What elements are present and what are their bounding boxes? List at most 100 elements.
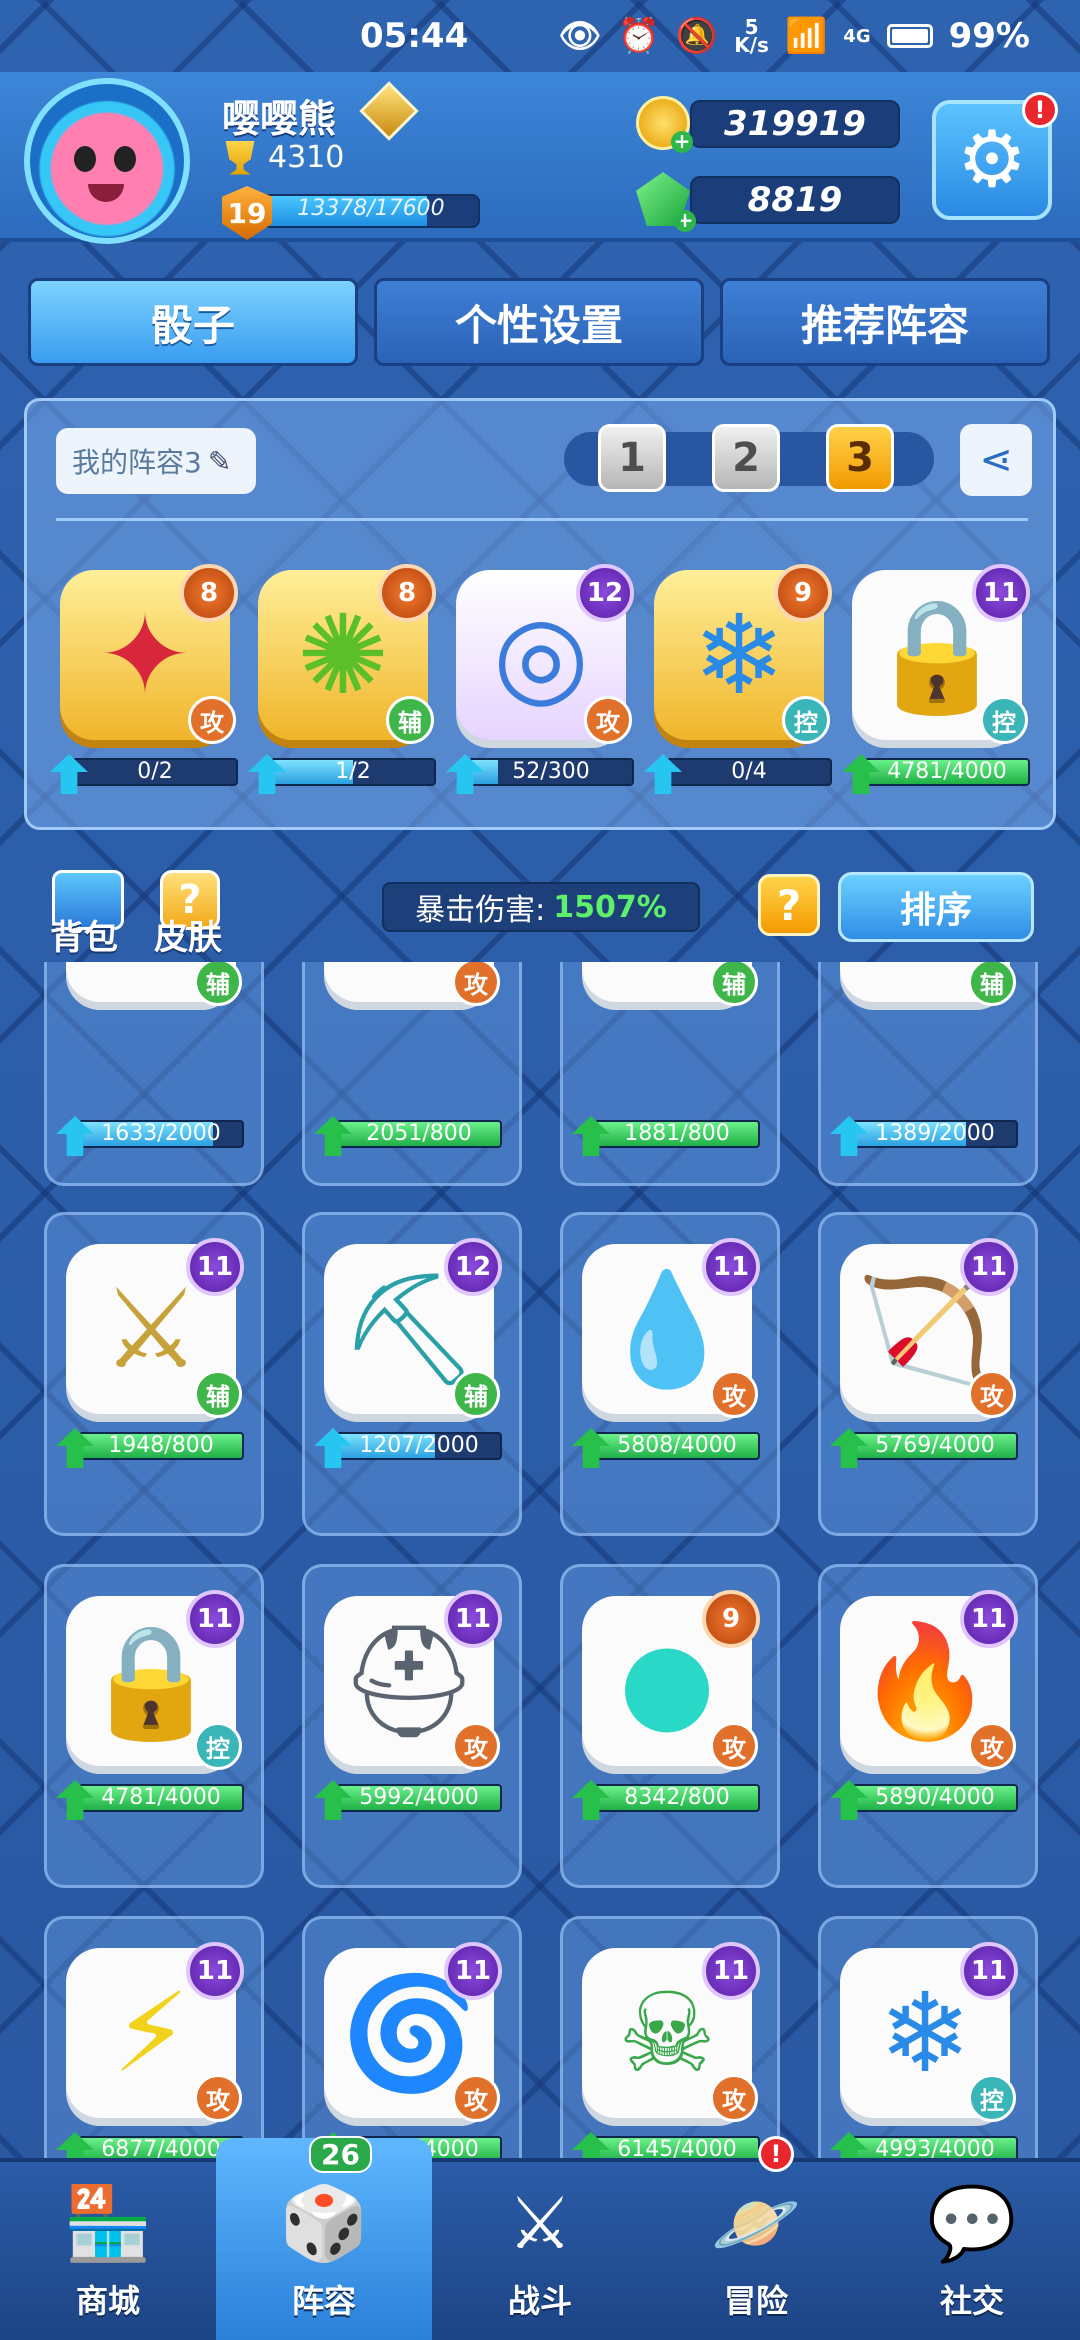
dice-card[interactable]: ▬辅 1633/2000 (56, 962, 252, 1156)
nav-dice[interactable]: 🎲 阵容 26 (216, 2136, 432, 2340)
dice-progress-text: 1881/800 (624, 1121, 730, 1146)
lineup-slot-2[interactable]: 2 (712, 424, 780, 492)
skin-label[interactable]: 皮肤 (154, 910, 222, 959)
dice-progress-text: 52/300 (512, 759, 590, 784)
dice-card[interactable]: ❄ 9 控 0/4 (644, 560, 840, 794)
lineup-name-button[interactable]: 我的阵容3 ✎ (56, 428, 256, 494)
dice-upgrade-progress: 6145/4000 (572, 2132, 764, 2158)
gem-counter[interactable]: 8819 (690, 176, 900, 224)
dice-upgrade-progress: 4993/4000 (830, 2132, 1022, 2158)
adventure-alert-badge: ! (758, 2136, 794, 2172)
shuriken-icon: ✦ (98, 591, 192, 719)
dice-card[interactable]: ❄ 11 控 4993/4000 (830, 1938, 1026, 2158)
nav-chat[interactable]: 💬 社交 (864, 2162, 1080, 2340)
dice-tile[interactable]: ∞攻 (324, 962, 500, 1006)
dice-card[interactable]: ☠ 11 攻 6145/4000 (572, 1938, 768, 2158)
tab-customize[interactable]: 个性设置 (374, 278, 704, 366)
clock: 05:44 (360, 16, 469, 56)
dice-role-badge: 攻 (188, 696, 236, 744)
crit-damage-value: 1507% (553, 889, 667, 925)
dice-card[interactable]: ● 9 攻 8342/800 (572, 1586, 768, 1820)
dice-tile[interactable]: ✺ 8 辅 (258, 564, 436, 744)
lineup-slot-3[interactable]: 3 (826, 424, 894, 492)
dice-tile[interactable]: 🔒 11 控 (852, 564, 1030, 744)
dice-tile[interactable]: 🔥 11 攻 (840, 1590, 1018, 1770)
piggy-icon: ▬ (99, 962, 203, 981)
dice-card[interactable]: ⚡ 11 攻 6877/4000 (56, 1938, 252, 2158)
dice-upgrade-progress: 1/2 (248, 754, 440, 794)
status-icons: 👁 ⏰ 🔕 5 K/s 📶 4G 99% (558, 16, 1030, 56)
dice-progress-text: 4993/4000 (875, 2137, 995, 2158)
dice-tile[interactable]: ▬辅 (66, 962, 242, 1006)
skull-icon: ☠ (617, 1969, 717, 2097)
dice-tile[interactable]: 🏹 11 攻 (840, 1238, 1018, 1418)
dice-tile[interactable]: ⛑ 11 攻 (324, 1590, 502, 1770)
dice-tile[interactable]: ✦ 8 攻 (60, 564, 238, 744)
lineup-name: 我的阵容3 (72, 446, 202, 479)
add-coins-icon[interactable]: + (671, 131, 693, 153)
dice-card[interactable]: ♥辅 1389/2000 (830, 962, 1026, 1156)
dice-card[interactable]: 🌀11攻6323/4000 (314, 1938, 510, 2158)
dice-role-badge: 攻 (194, 2074, 242, 2122)
dice-card[interactable]: 🔒 11 控 4781/4000 (56, 1586, 252, 1820)
dice-role-badge: 辅 (710, 962, 758, 1006)
dice-card[interactable]: ⛏ 12 辅 1207/2000 (314, 1234, 510, 1468)
coin-counter[interactable]: 319919 (690, 100, 900, 148)
dice-role-badge: 控 (782, 696, 830, 744)
dice-card[interactable]: ∞攻 2051/800 (314, 962, 510, 1156)
dice-tile[interactable]: 🔒 11 控 (66, 1590, 244, 1770)
coin-icon[interactable]: + (636, 96, 693, 153)
dice-tile[interactable]: ◎ 12 攻 (456, 564, 634, 744)
sort-button[interactable]: 排序 (838, 872, 1034, 942)
dice-tile[interactable]: 🌀 11 攻 (324, 1942, 502, 2122)
nav-shop[interactable]: 🏪 商城 (0, 2162, 216, 2340)
dice-tile[interactable]: ⛏ 12 辅 (324, 1238, 502, 1418)
dice-card[interactable]: ✦ 8 攻 0/2 (50, 560, 246, 794)
share-button[interactable]: ⋖ (960, 424, 1032, 496)
dice-tile[interactable]: ❄ 9 控 (654, 564, 832, 744)
dice-tile[interactable]: ● 9 攻 (582, 1590, 760, 1770)
infinity-icon: ∞ (363, 962, 455, 981)
nav-label: 阵容 (291, 2282, 356, 2320)
dice-card[interactable]: ✺ 8 辅 1/2 (248, 560, 444, 794)
bag-label[interactable]: 背包 (50, 910, 118, 959)
dice-tile[interactable]: 💧 11 攻 (582, 1238, 760, 1418)
dice-upgrade-progress: 52/300 (446, 754, 638, 794)
nav-crossed-swords[interactable]: ⚔ 战斗 (432, 2162, 648, 2340)
dice-card[interactable]: 🔥 11 攻 5890/4000 (830, 1586, 1026, 1820)
dice-tile[interactable]: ☠ 11 攻 (582, 1942, 760, 2122)
dice-tile[interactable]: ❄ 11 控 (840, 1942, 1018, 2122)
dice-tile[interactable]: ♥辅 (840, 962, 1016, 1006)
lineup-slot-1[interactable]: 1 (598, 424, 666, 492)
dice-card[interactable]: ✧辅 1881/800 (572, 962, 768, 1156)
dice-progress-text: 5992/4000 (359, 1785, 479, 1810)
dice-progress-text: 1/2 (335, 759, 371, 784)
dice-level-badge: 9 (702, 1590, 760, 1648)
dice-upgrade-progress: 1207/2000 (314, 1428, 506, 1468)
avatar[interactable] (24, 78, 190, 244)
dice-progress-text: 8342/800 (624, 1785, 730, 1810)
dice-tile[interactable]: ⚔ 11 辅 (66, 1238, 244, 1418)
dice-role-badge: 攻 (452, 2074, 500, 2122)
help-button[interactable]: ? (758, 874, 820, 936)
net-speed: 5 K/s (734, 15, 769, 57)
dice-level-badge: 11 (444, 1590, 502, 1648)
dice-tile[interactable]: ✧辅 (582, 962, 758, 1006)
dice-role-badge: 攻 (710, 2074, 758, 2122)
dice-progress-text: 4781/4000 (101, 1785, 221, 1810)
nav-planet[interactable]: 🪐 冒险! (648, 2136, 864, 2340)
dice-card[interactable]: 🔒 11 控 4781/4000 (842, 560, 1038, 794)
dice-upgrade-progress: 0/4 (644, 754, 836, 794)
dice-upgrade-progress: 8342/800 (572, 1780, 764, 1820)
dice-card[interactable]: ◎ 12 攻 52/300 (446, 560, 642, 794)
dice-collection[interactable]: ▬辅1633/2000 ∞攻2051/800 ✧辅 1881/800 ♥辅1389/20… (0, 962, 1080, 2158)
dice-card[interactable]: 🏹 11 攻 5769/4000 (830, 1234, 1026, 1468)
holy-sword-icon: ⚔ (101, 1265, 201, 1393)
dice-tile[interactable]: ⚡ 11 攻 (66, 1942, 244, 2122)
tab-dice[interactable]: 骰子 (28, 278, 358, 366)
dice-card[interactable]: 💧 11 攻 5808/4000 (572, 1234, 768, 1468)
dice-card[interactable]: ⛑ 11 攻 5992/4000 (314, 1586, 510, 1820)
tab-recommended[interactable]: 推荐阵容 (720, 278, 1050, 366)
pencil-icon: ✎ (207, 444, 232, 478)
dice-card[interactable]: ⚔ 11 辅 1948/800 (56, 1234, 252, 1468)
